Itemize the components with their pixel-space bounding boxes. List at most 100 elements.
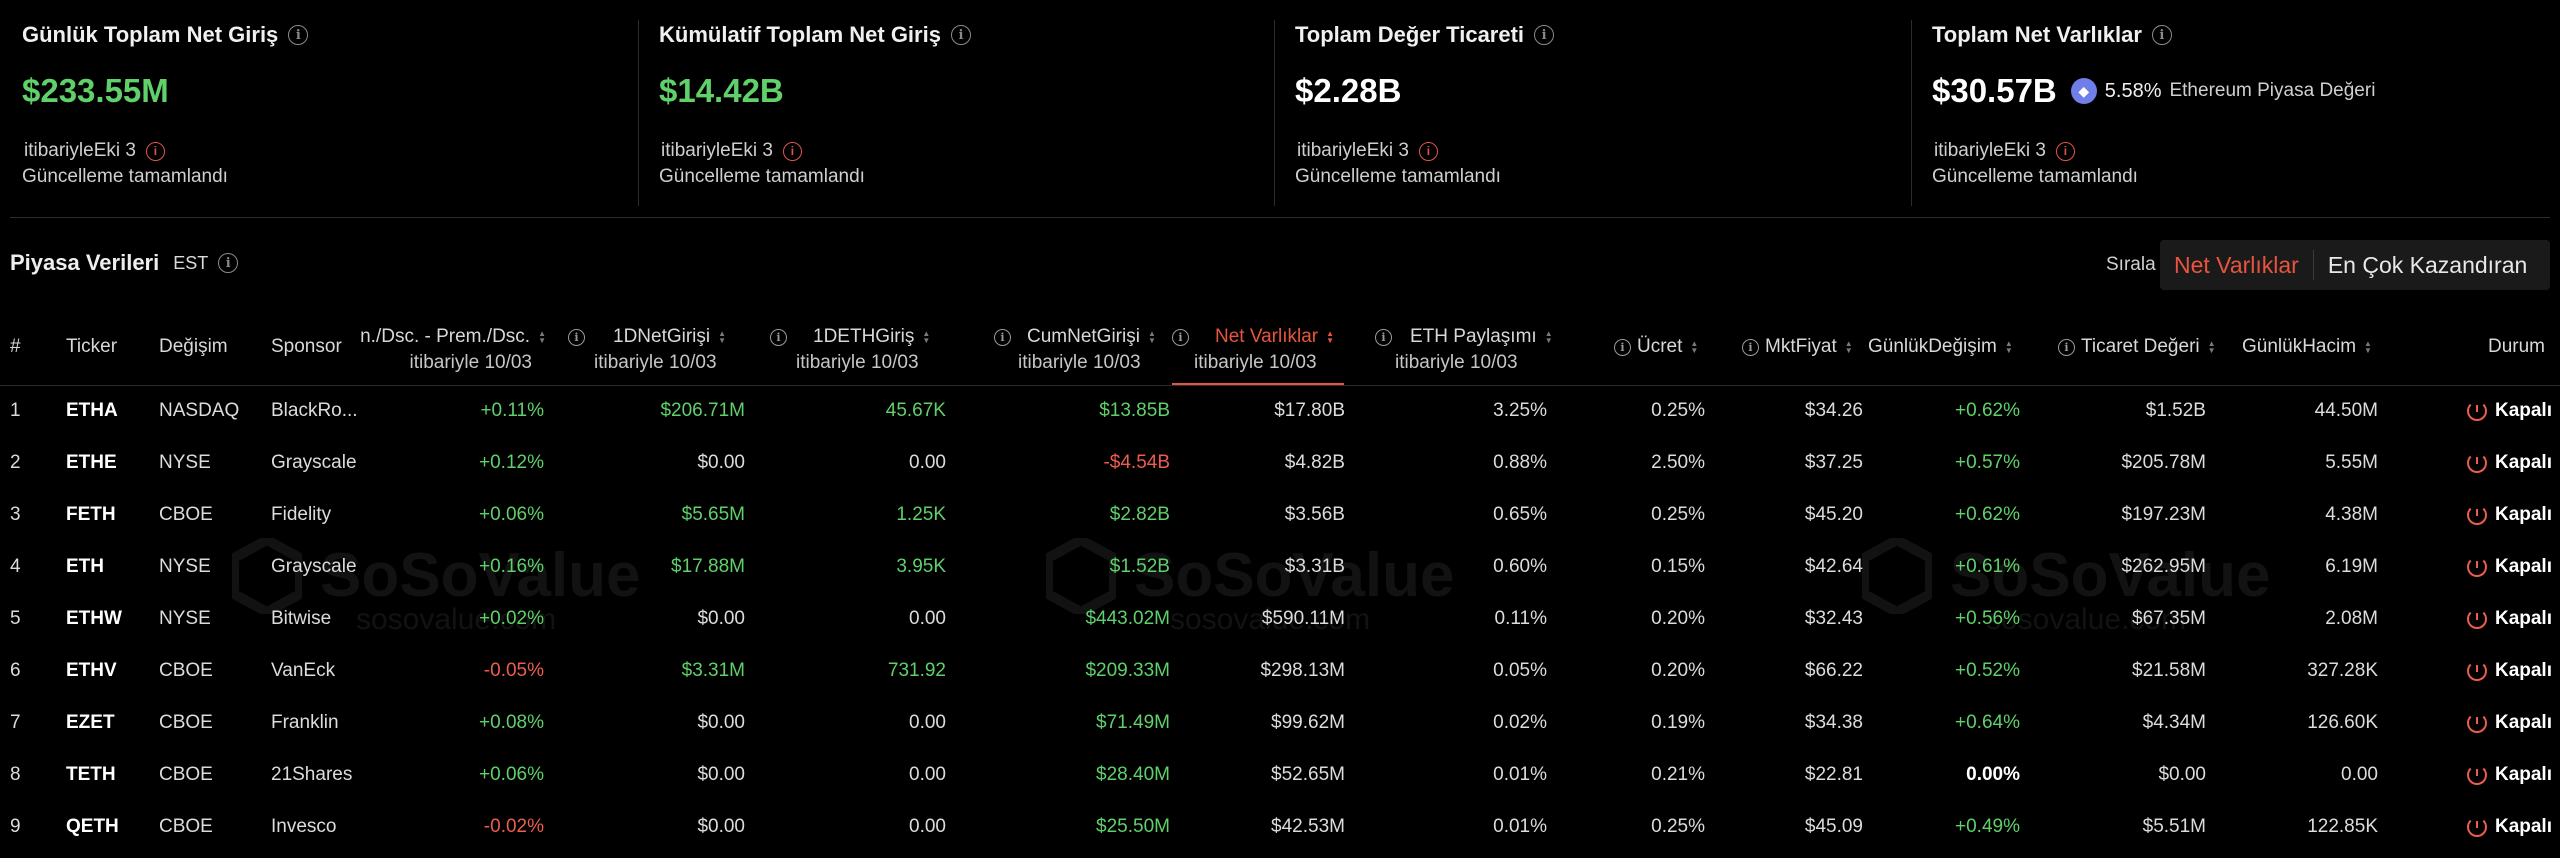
- info-icon[interactable]: i: [2151, 25, 2172, 45]
- cell-market-price: $66.22: [1804, 660, 1863, 681]
- table-row[interactable]: 1 ETHA NASDAQ BlackRo... +0.11% $206.71M 45.67…: [0, 385, 2560, 437]
- table-row[interactable]: 6 ETHV CBOE VanEck -0.05% $3.31M 731.92 $209.33…: [0, 645, 2560, 697]
- info-icon[interactable]: i: [770, 328, 787, 346]
- cell-daily-volume: 122.85K: [2307, 816, 2378, 837]
- info-icon[interactable]: i: [218, 253, 239, 273]
- column-header-fee[interactable]: i Ücret ▲ ▼: [1614, 336, 1698, 358]
- column-header-net-assets[interactable]: i Net Varlıklar ▲ ▼ itibariyle 10/03: [1172, 326, 1344, 374]
- warning-icon[interactable]: i: [2055, 141, 2075, 161]
- cell-exchange: CBOE: [159, 712, 213, 733]
- cell-premium: +0.11%: [480, 400, 544, 421]
- cell-ticker: ETHA: [66, 400, 118, 421]
- market-closed-icon: [2466, 609, 2487, 629]
- cell-ticker: ETHV: [66, 660, 117, 681]
- warning-icon[interactable]: i: [782, 141, 802, 161]
- info-icon[interactable]: i: [1614, 338, 1631, 356]
- column-header-1d-eth-inflow[interactable]: i 1DETHGiriş ▲ ▼ itibariyle 10/03: [770, 326, 950, 374]
- card-asof: itibariyleEki 3: [24, 140, 136, 161]
- cell-1d-net-inflow: $0.00: [697, 712, 745, 733]
- card-title: Kümülatif Toplam Net Giriş: [659, 22, 941, 47]
- info-icon[interactable]: i: [1742, 338, 1759, 356]
- cell-market-price: $34.26: [1804, 400, 1863, 421]
- column-header-label: Net Varlıklar: [1215, 326, 1319, 347]
- cell-1d-eth-inflow: 731.92: [887, 660, 946, 681]
- card-cumulative-net-inflow: Kümülatif Toplam Net Giriş i $14.42B itib…: [659, 20, 1259, 206]
- cell-daily-change: +0.57%: [1955, 452, 2020, 473]
- cell-daily-volume: 5.55M: [2325, 452, 2378, 473]
- cell-rank: 6: [10, 660, 21, 681]
- table-header: # Ticker Değişim Sponsor n./Dsc. - Prem.…: [0, 324, 2560, 384]
- column-header-premium[interactable]: n./Dsc. - Prem./Dsc. ▲ ▼ itibariyle 10/03: [340, 326, 546, 374]
- column-header-cum-net-inflow[interactable]: i CumNetGirişi ▲ ▼ itibariyle 10/03: [994, 326, 1170, 374]
- cell-ticker: TETH: [66, 764, 116, 785]
- card-title: Toplam Net Varlıklar: [1932, 22, 2142, 47]
- cell-1d-eth-inflow: 0.00: [909, 816, 946, 837]
- cell-exchange: NYSE: [159, 608, 211, 629]
- cell-ticker: ETHW: [66, 608, 122, 629]
- divider: [10, 217, 2550, 218]
- timezone-label: EST: [173, 252, 209, 273]
- cell-market-price: $34.38: [1804, 712, 1863, 733]
- cell-cum-net-inflow: $2.82B: [1109, 504, 1170, 525]
- info-icon[interactable]: i: [950, 25, 971, 45]
- cell-1d-eth-inflow: 0.00: [909, 608, 946, 629]
- status-label: Kapalı: [2494, 556, 2552, 577]
- column-header-value-traded[interactable]: i Ticaret Değeri ▲ ▼: [2058, 336, 2216, 358]
- column-header-eth-share[interactable]: i ETH Paylaşımı ▲ ▼ itibariyle 10/03: [1375, 326, 1555, 374]
- table-row[interactable]: 8 TETH CBOE 21Shares +0.06% $0.00 0.00 $28.40M $…: [0, 749, 2560, 801]
- sort-option-net-assets[interactable]: Net Varlıklar: [2160, 240, 2313, 290]
- cell-sponsor: Franklin: [271, 712, 339, 733]
- cell-ticker: ETH: [66, 556, 104, 577]
- table-row[interactable]: 3 FETH CBOE Fidelity +0.06% $5.65M 1.25K $2.82B…: [0, 489, 2560, 541]
- info-icon[interactable]: i: [568, 328, 585, 346]
- column-header-daily-change[interactable]: GünlükDeğişim ▲ ▼: [1868, 336, 2013, 358]
- cell-market-price: $45.20: [1804, 504, 1863, 525]
- sort-arrows-icon: ▲ ▼: [2004, 339, 2013, 355]
- sort-option-top-gainers[interactable]: En Çok Kazandıran: [2314, 240, 2541, 290]
- column-header-sub: itibariyle 10/03: [1018, 352, 1141, 373]
- table-row[interactable]: 4 ETH NYSE Grayscale +0.16% $17.88M 3.95K $1.52…: [0, 541, 2560, 593]
- cell-cum-net-inflow: $13.85B: [1099, 400, 1170, 421]
- divider: [1274, 20, 1275, 206]
- table-row[interactable]: 9 QETH CBOE Invesco -0.02% $0.00 0.00 $25.50M $4…: [0, 801, 2560, 853]
- cell-eth-share: 0.01%: [1493, 764, 1547, 785]
- cell-net-assets: $17.80B: [1274, 400, 1345, 421]
- cell-fee: 0.19%: [1651, 712, 1705, 733]
- column-header-daily-volume[interactable]: GünlükHacim ▲ ▼: [2242, 336, 2372, 358]
- cell-premium: +0.06%: [479, 764, 544, 785]
- column-header-label: MktFiyat: [1765, 336, 1837, 357]
- cell-value-traded: $197.23M: [2121, 504, 2206, 525]
- market-closed-icon: [2466, 713, 2487, 733]
- cell-rank: 1: [10, 400, 21, 421]
- column-header-1d-net-inflow[interactable]: i 1DNetGirişi ▲ ▼ itibariyle 10/03: [568, 326, 748, 374]
- cell-fee: 0.20%: [1651, 660, 1705, 681]
- column-header-sponsor: Sponsor: [271, 336, 342, 357]
- warning-icon[interactable]: i: [145, 141, 165, 161]
- summary-cards: Günlük Toplam Net Giriş i $233.55M itibar…: [0, 0, 2560, 216]
- warning-icon[interactable]: i: [1418, 141, 1438, 161]
- cell-status: Kapalı: [2460, 697, 2552, 749]
- sort-arrows-icon: ▲ ▼: [1326, 329, 1335, 345]
- card-asof: itibariyleEki 3: [661, 140, 773, 161]
- table-row[interactable]: 5 ETHW NYSE Bitwise +0.02% $0.00 0.00 $443.02M $…: [0, 593, 2560, 645]
- info-icon[interactable]: i: [1534, 25, 1555, 45]
- cell-premium: -0.05%: [483, 660, 544, 681]
- info-icon[interactable]: i: [288, 25, 309, 45]
- card-total-value-traded: Toplam Değer Ticareti i $2.28B itibariyle…: [1295, 20, 1895, 206]
- cell-exchange: NYSE: [159, 452, 211, 473]
- cell-sponsor: BlackRo...: [271, 400, 358, 421]
- table-row[interactable]: 7 EZET CBOE Franklin +0.08% $0.00 0.00 $71.49M $…: [0, 697, 2560, 749]
- card-value: $2.28B: [1295, 72, 1402, 109]
- sort-toggle: Net Varlıklar En Çok Kazandıran: [2160, 240, 2550, 290]
- cell-eth-share: 0.02%: [1493, 712, 1547, 733]
- cell-fee: 0.21%: [1651, 764, 1705, 785]
- info-icon[interactable]: i: [994, 328, 1011, 346]
- column-header-num: #: [10, 336, 21, 357]
- cell-ticker: QETH: [66, 816, 119, 837]
- info-icon[interactable]: i: [2058, 338, 2075, 356]
- info-icon[interactable]: i: [1172, 328, 1189, 346]
- info-icon[interactable]: i: [1375, 328, 1392, 346]
- table-row[interactable]: 2 ETHE NYSE Grayscale +0.12% $0.00 0.00 -$4.54B…: [0, 437, 2560, 489]
- cell-1d-eth-inflow: 0.00: [909, 452, 946, 473]
- column-header-market-price[interactable]: i MktFiyat ▲ ▼: [1742, 336, 1853, 358]
